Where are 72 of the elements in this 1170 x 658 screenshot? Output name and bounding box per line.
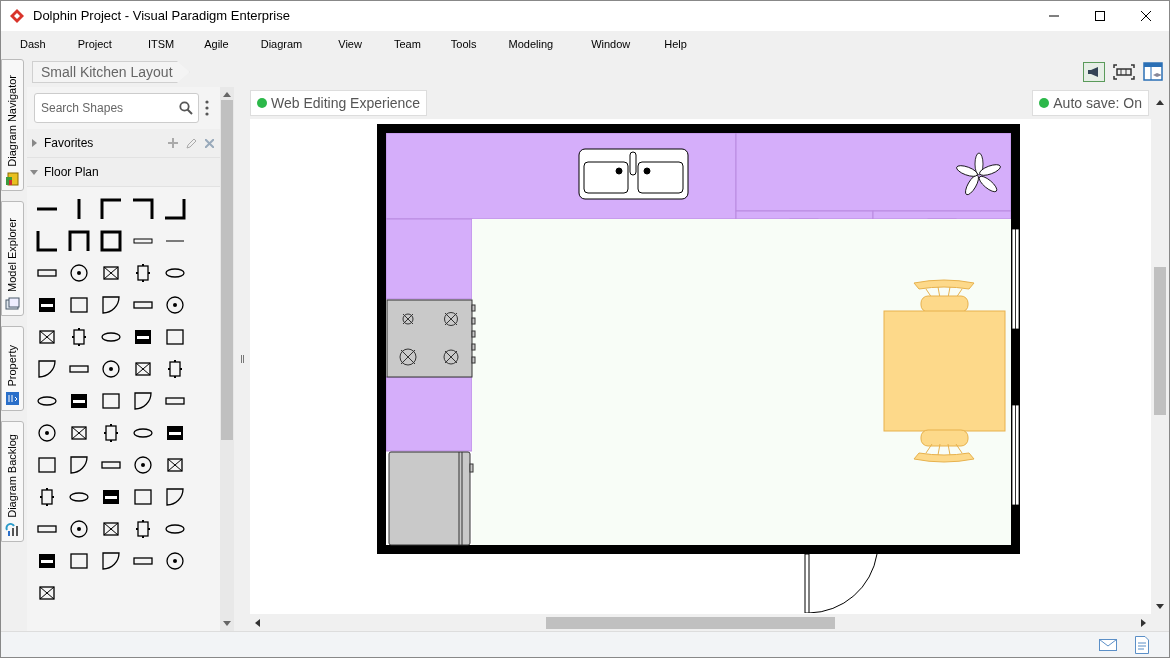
shape-icon[interactable]	[67, 229, 91, 253]
shape-icon[interactable]	[99, 549, 123, 573]
menu-item[interactable]: Dash	[20, 35, 46, 53]
explorer-icon	[5, 296, 20, 311]
note-icon[interactable]	[1135, 635, 1149, 654]
fit-screen-icon[interactable]	[1113, 64, 1135, 80]
navigator-icon	[5, 171, 20, 186]
shape-group-header[interactable]: Favorites	[44, 134, 94, 152]
shape-icon[interactable]	[35, 421, 59, 445]
scrollbar-thumb[interactable]	[546, 616, 835, 629]
stove[interactable]	[386, 299, 476, 378]
menu-item[interactable]: ITSM	[147, 35, 175, 53]
shape-icon[interactable]	[35, 229, 59, 253]
menu-item[interactable]: Team	[393, 35, 421, 53]
megaphone-icon[interactable]	[1083, 62, 1105, 82]
search-icon	[179, 101, 193, 115]
mail-icon[interactable]	[1099, 638, 1117, 651]
scrollbar-thumb[interactable]	[1154, 267, 1166, 415]
shape-icon[interactable]	[131, 389, 155, 413]
shape-icon[interactable]	[99, 293, 123, 317]
shape-icon[interactable]	[99, 229, 123, 253]
property-icon	[5, 391, 20, 406]
shape-icon[interactable]	[163, 485, 187, 509]
app-logo-icon	[10, 9, 24, 23]
scroll-down-arrow-icon[interactable]	[223, 621, 231, 627]
maximize-icon[interactable]	[1095, 11, 1105, 21]
menu-item[interactable]: Agile	[204, 35, 229, 53]
shape-icon[interactable]	[163, 549, 187, 573]
scroll-up-arrow-icon[interactable]	[223, 91, 231, 97]
shape-icon[interactable]	[99, 357, 123, 381]
refrigerator[interactable]	[388, 451, 474, 546]
auto-save-button[interactable]: Auto save: On	[1032, 90, 1149, 116]
shape-icon[interactable]	[35, 357, 59, 381]
shape-icon[interactable]	[67, 261, 91, 285]
scroll-down-arrow-icon[interactable]	[1156, 604, 1164, 610]
splitter-handle-icon[interactable]	[240, 355, 244, 363]
menu-item[interactable]: View	[338, 35, 362, 53]
side-tab[interactable]: Diagram Backlog	[1, 421, 24, 542]
web-editing-button[interactable]: Web Editing Experience	[250, 90, 428, 116]
menu-item[interactable]: Diagram	[260, 35, 303, 53]
menu-item[interactable]: Modeling	[508, 35, 554, 53]
backlog-icon	[5, 522, 20, 537]
side-tab[interactable]: Model Explorer	[1, 201, 24, 316]
shape-group-header[interactable]: Floor Plan	[44, 163, 99, 181]
side-tab[interactable]: Diagram Navigator	[1, 59, 24, 191]
shape-icon[interactable]	[131, 197, 155, 221]
shape-icon[interactable]	[99, 197, 123, 221]
close-icon[interactable]	[1141, 11, 1151, 21]
scroll-up-arrow-icon[interactable]	[1156, 99, 1164, 105]
shape-icon[interactable]	[163, 197, 187, 221]
collapse-arrow-icon[interactable]	[30, 168, 38, 176]
shape-icon[interactable]	[67, 517, 91, 541]
shape-icon[interactable]	[67, 453, 91, 477]
door[interactable]	[804, 553, 878, 613]
sink[interactable]	[578, 148, 689, 200]
shape-icon[interactable]	[131, 453, 155, 477]
window-title: Dolphin Project - Visual Paradigm Enterprise	[33, 7, 290, 26]
menu-item[interactable]: Tools	[450, 35, 477, 53]
more-options-icon[interactable]	[205, 100, 209, 116]
flower-plant[interactable]	[956, 152, 1001, 196]
menu-item[interactable]: Window	[591, 35, 631, 53]
expand-arrow-icon[interactable]	[30, 139, 38, 147]
scrollbar-thumb[interactable]	[221, 100, 233, 440]
breadcrumb[interactable]: Small Kitchen Layout	[32, 61, 190, 83]
shape-icon[interactable]	[163, 293, 187, 317]
scroll-left-arrow-icon[interactable]	[254, 618, 260, 627]
menu-item[interactable]: Project	[77, 35, 112, 53]
side-tab[interactable]: Property	[1, 326, 24, 411]
menu-item[interactable]: Help	[664, 35, 687, 53]
layout-icon[interactable]	[1143, 62, 1165, 82]
scroll-right-arrow-icon[interactable]	[1141, 618, 1147, 627]
search-field[interactable]: Search Shapes	[34, 93, 199, 123]
